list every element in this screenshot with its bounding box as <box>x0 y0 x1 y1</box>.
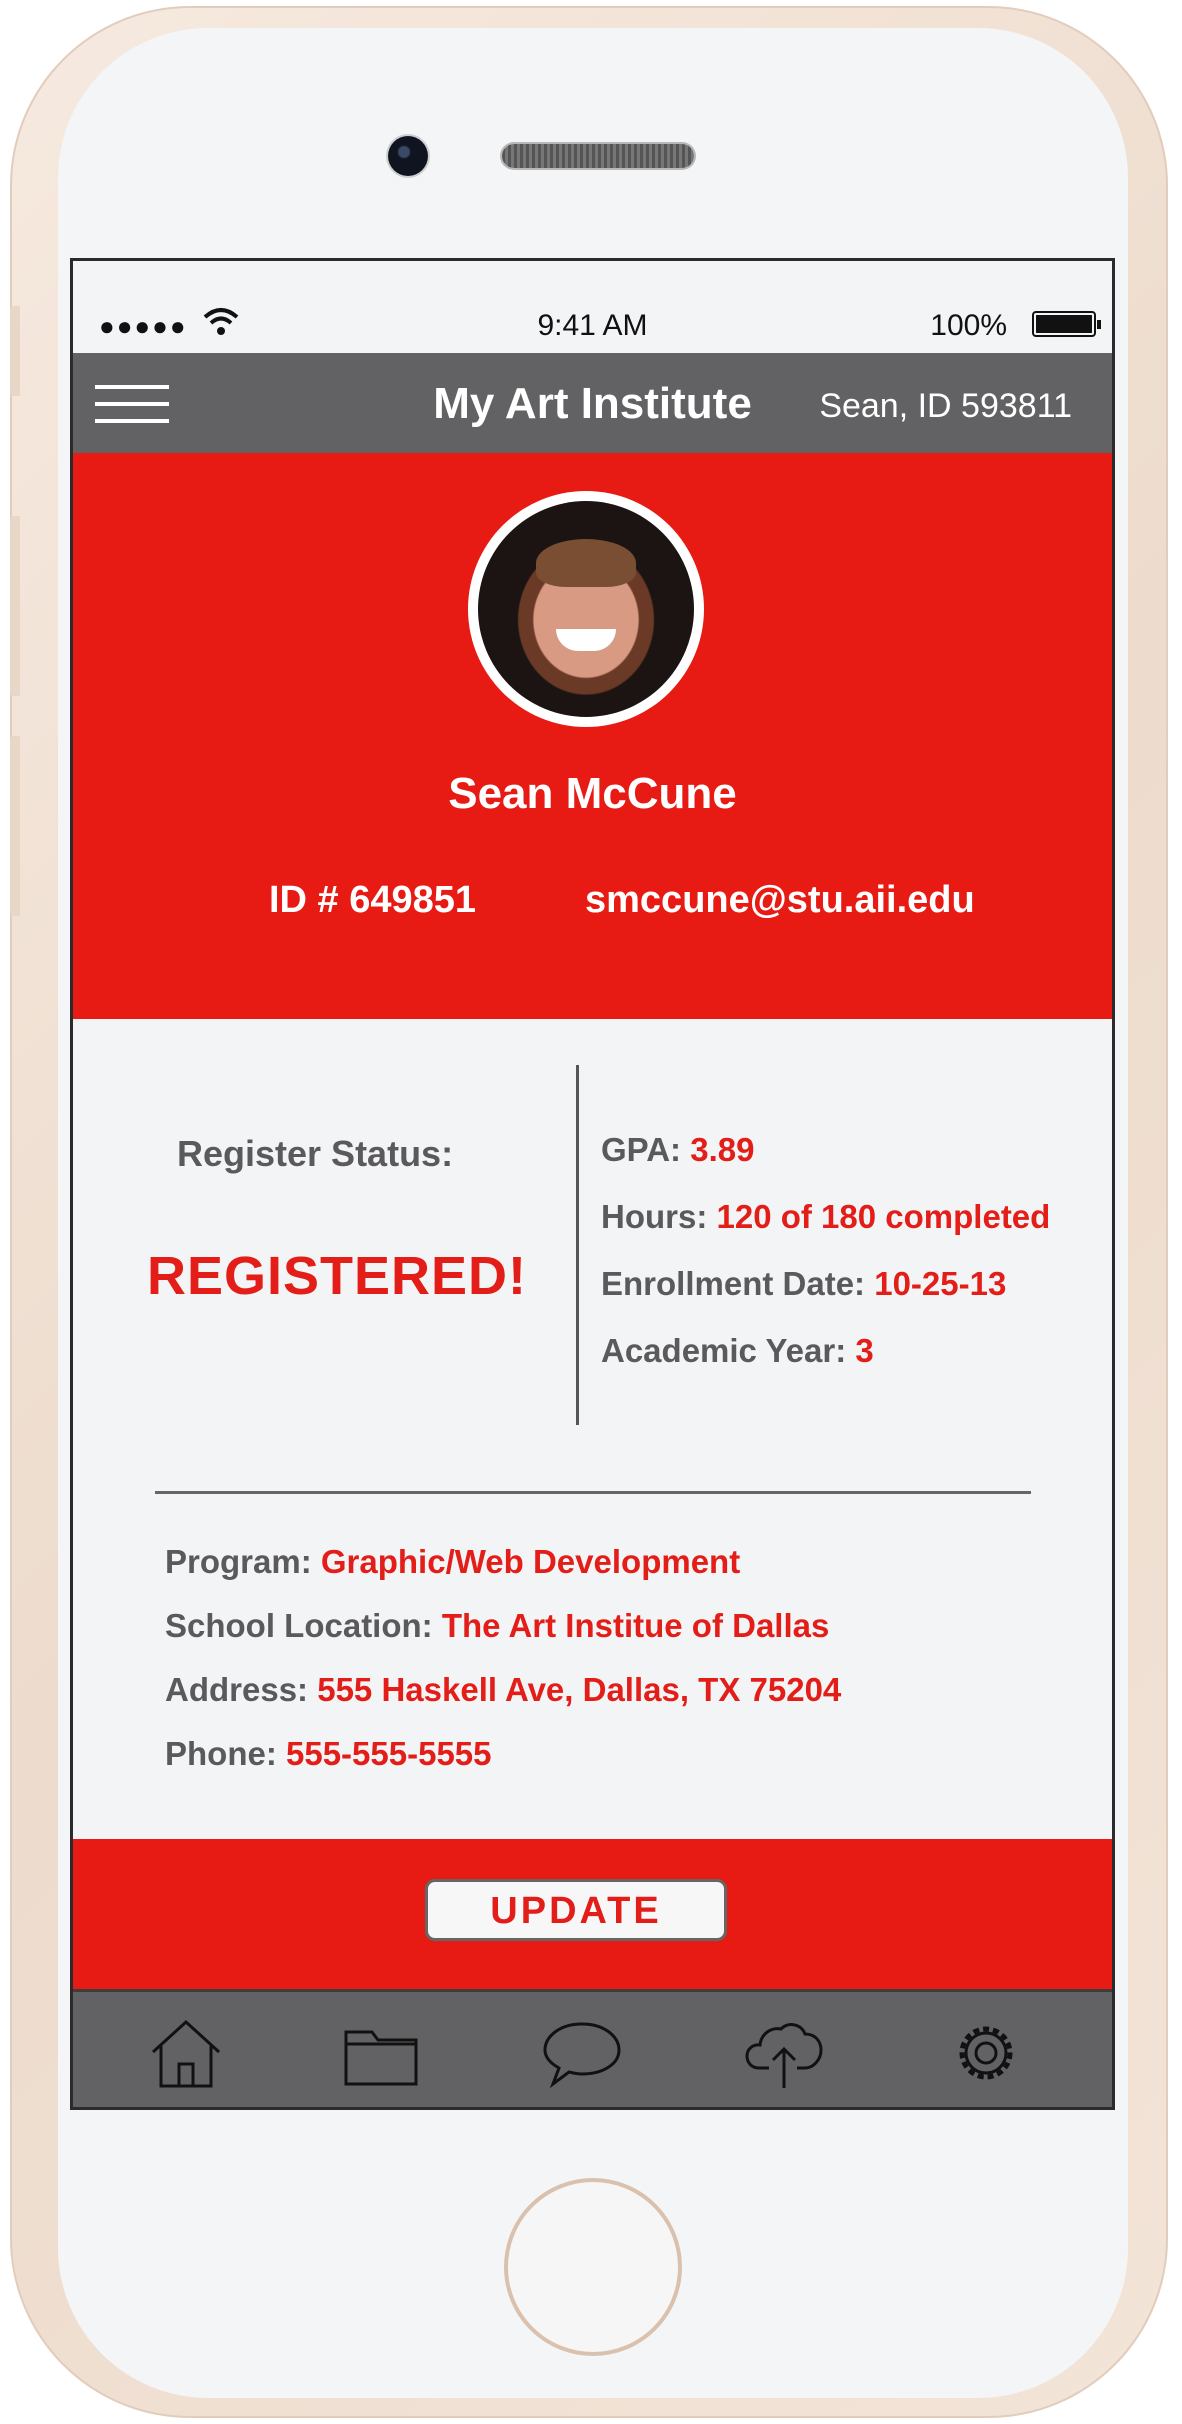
info-school-location: School Location: The Art Institue of Dal… <box>165 1607 830 1644</box>
home-icon[interactable] <box>143 2010 229 2096</box>
student-id: ID # 649851 <box>269 879 477 921</box>
volume-down-button <box>10 736 20 916</box>
horizontal-divider <box>155 1491 1031 1494</box>
profile-section: Sean McCune ID # 649851 smccune@stu.aii.… <box>73 453 1112 1019</box>
chat-icon[interactable] <box>539 2010 625 2096</box>
info-address: Address: 555 Haskell Ave, Dallas, TX 752… <box>165 1671 842 1708</box>
bottom-tab-bar <box>73 1989 1112 2107</box>
vertical-divider <box>576 1065 579 1425</box>
register-status-label: Register Status: <box>177 1133 454 1174</box>
profile-photo <box>478 501 694 717</box>
info-phone: Phone: 555-555-5555 <box>165 1735 492 1772</box>
student-email[interactable]: smccune@stu.aii.edu <box>585 879 975 922</box>
earpiece-speaker <box>502 144 694 168</box>
update-button[interactable]: UPDATE <box>425 1879 727 1941</box>
header-user-id: Sean, ID 593811 <box>819 387 1072 425</box>
stat-hours: Hours: 120 of 180 completed <box>601 1198 1051 1235</box>
program-info: Program: Graphic/Web Development School … <box>165 1543 841 1799</box>
gear-icon[interactable] <box>943 2010 1029 2096</box>
mute-switch <box>10 306 20 396</box>
status-bar: ●●●●● 9:41 AM 100% <box>73 261 1112 353</box>
cloud-upload-icon[interactable] <box>741 2010 827 2096</box>
battery-icon <box>1032 311 1101 337</box>
avatar <box>468 491 704 727</box>
details-section: Register Status: REGISTERED! GPA: 3.89 H… <box>73 1019 1112 1839</box>
home-button[interactable] <box>504 2178 682 2356</box>
folder-icon[interactable] <box>338 2010 424 2096</box>
app-screen: ●●●●● 9:41 AM 100% My Art Institute Sean… <box>70 258 1115 2110</box>
academic-stats: GPA: 3.89 Hours: 120 of 180 completed En… <box>601 1131 1050 1399</box>
info-program: Program: Graphic/Web Development <box>165 1543 741 1580</box>
student-name: Sean McCune <box>448 769 737 818</box>
update-bar: UPDATE <box>73 1839 1112 1989</box>
stat-enrollment-date: Enrollment Date: 10-25-13 <box>601 1265 1007 1302</box>
stat-academic-year: Academic Year: 3 <box>601 1332 874 1369</box>
volume-up-button <box>10 516 20 696</box>
app-header: My Art Institute Sean, ID 593811 <box>73 353 1112 453</box>
register-status-value: REGISTERED! <box>147 1246 528 1306</box>
front-camera <box>388 136 428 176</box>
battery-percent: 100% <box>930 309 1007 342</box>
stat-gpa: GPA: 3.89 <box>601 1131 755 1168</box>
